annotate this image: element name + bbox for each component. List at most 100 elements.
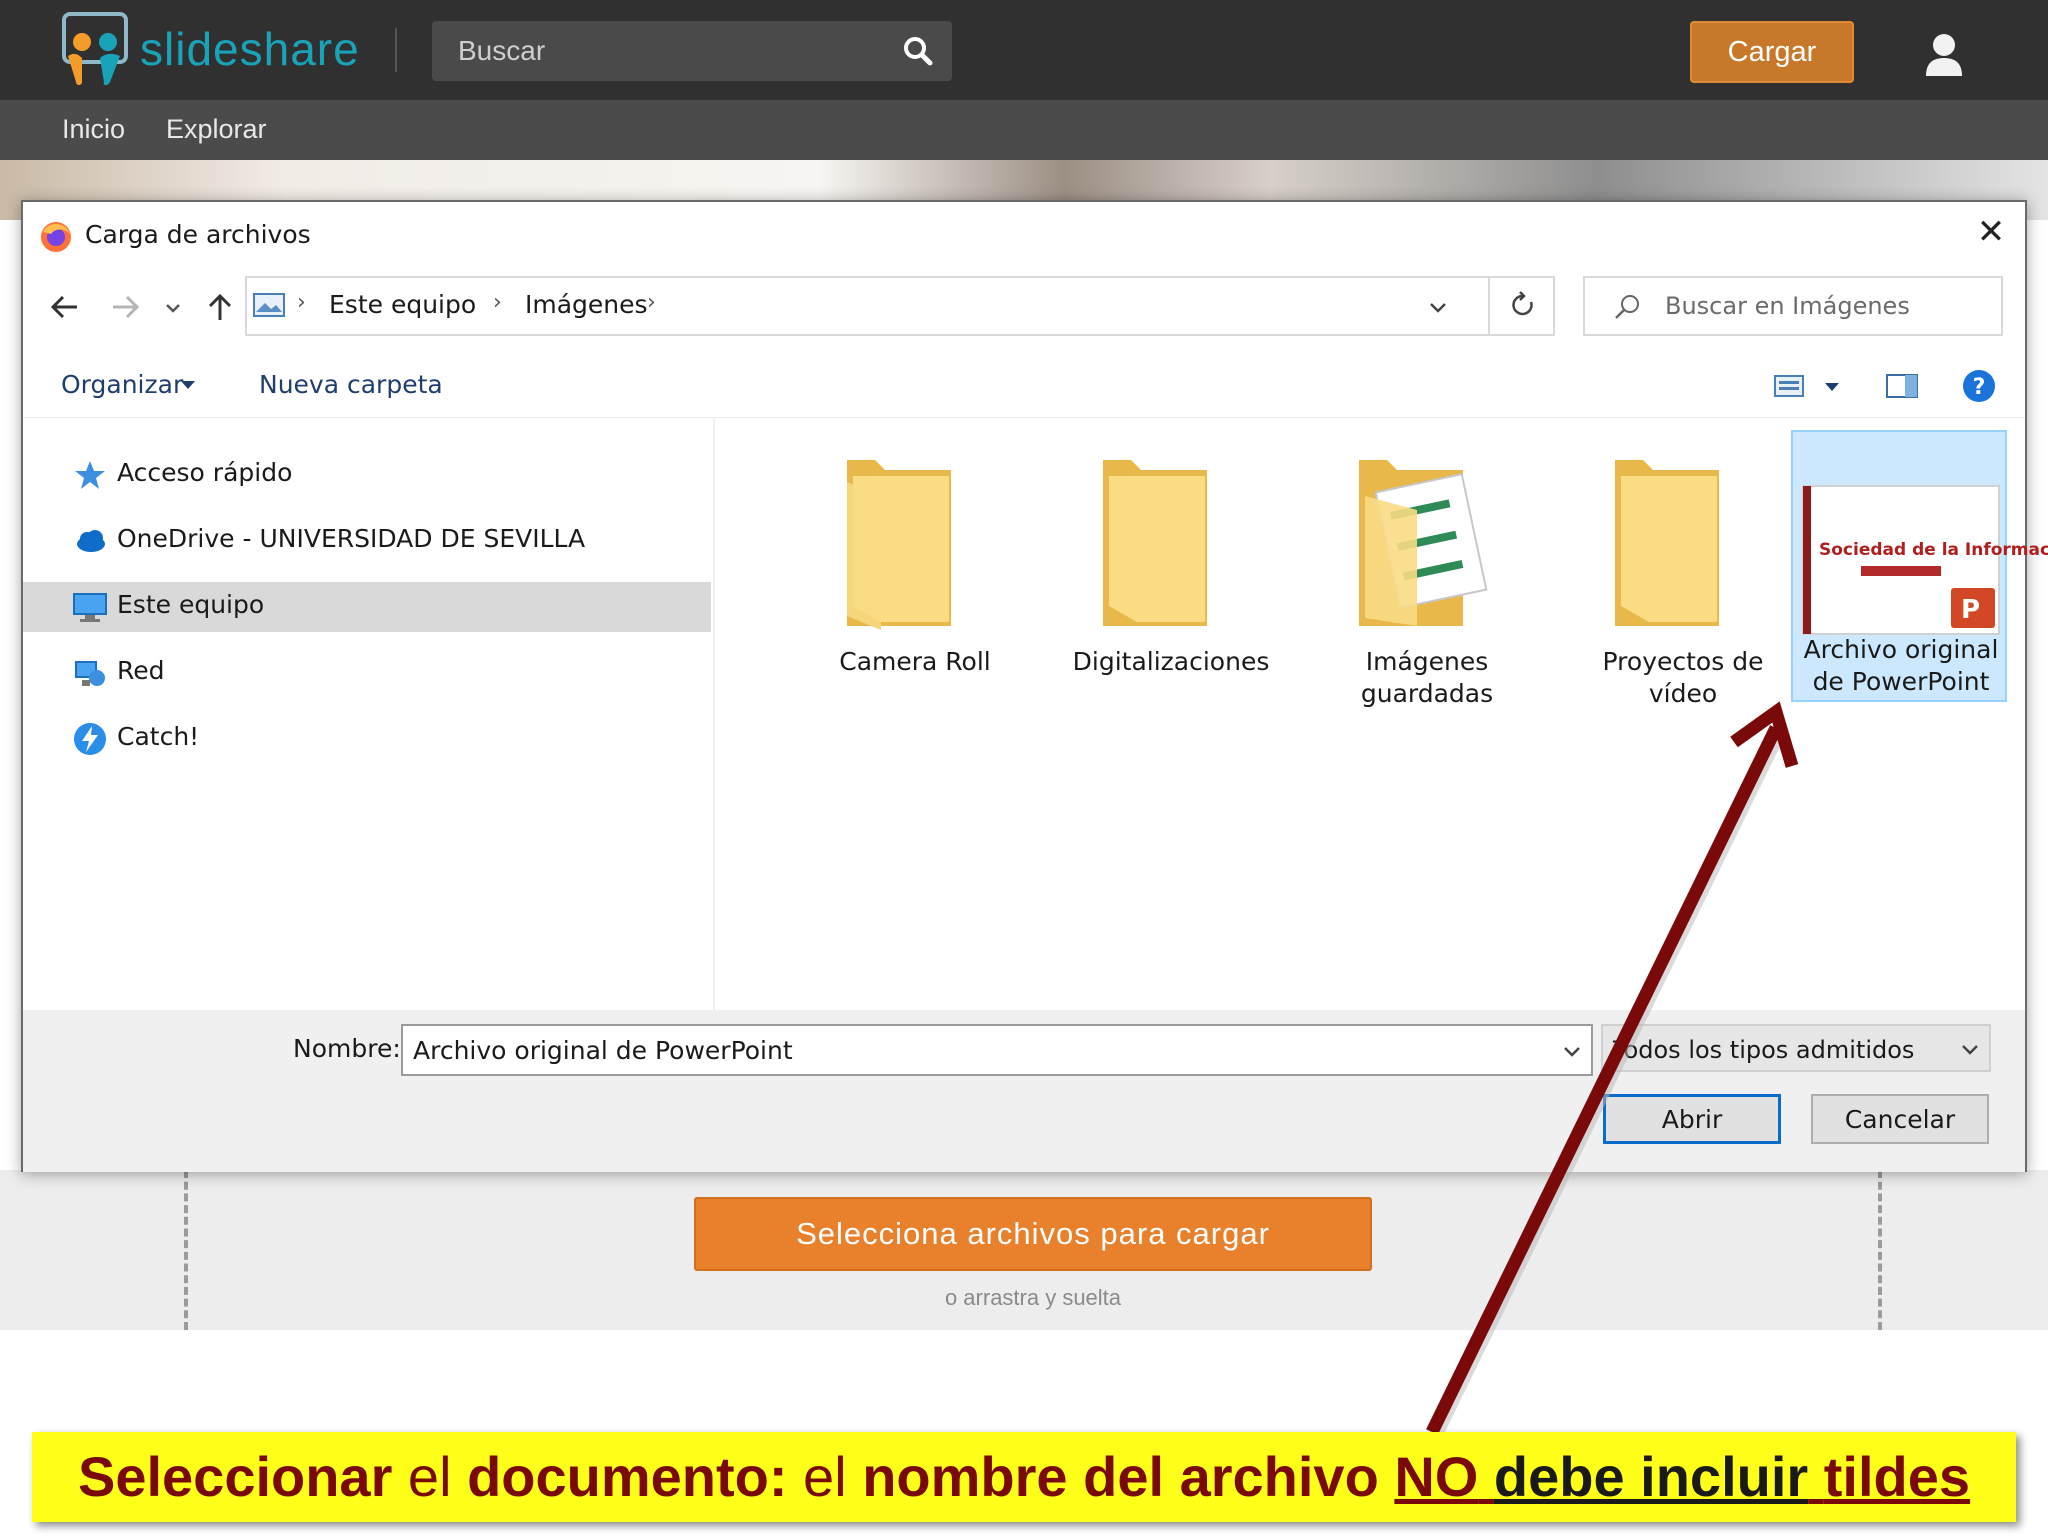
slideshare-logo-icon[interactable] <box>60 12 132 88</box>
instruction-text: Seleccionar el documento: el nombre del … <box>32 1444 2016 1509</box>
file-tile-archivo-original-selected[interactable]: P Sociedad de la Información Archivo ori… <box>1791 430 2048 702</box>
recent-locations-chevron-icon[interactable] <box>163 298 183 318</box>
dialog-title: Carga de archivos <box>85 220 311 249</box>
navigation-pane: Acceso rápido OneDrive - UNIVERSIDAD DE … <box>23 418 715 1010</box>
file-name: Camera Roll <box>839 647 991 676</box>
organize-menu[interactable]: Organizar <box>61 370 183 399</box>
caption-segment: el <box>787 1445 863 1508</box>
drop-zone-border-right <box>1878 1170 1882 1330</box>
breadcrumb-this-pc[interactable]: Este equipo <box>329 290 476 319</box>
close-icon[interactable]: ✕ <box>1971 212 2011 252</box>
nav-explore-link[interactable]: Explorar <box>166 114 267 145</box>
nav-item-label: Acceso rápido <box>117 458 293 487</box>
nav-item-label: Catch! <box>117 722 200 751</box>
caption-segment: tildes <box>1823 1445 1971 1508</box>
breadcrumb-separator-icon: › <box>647 290 656 315</box>
search-icon[interactable] <box>902 35 934 67</box>
breadcrumb-separator-icon: › <box>493 290 502 315</box>
lightning-icon <box>73 722 107 756</box>
view-dropdown-icon[interactable] <box>1823 380 1841 394</box>
nav-this-pc[interactable]: Este equipo <box>23 582 711 632</box>
caption-segment: NO <box>1394 1445 1479 1508</box>
upload-button[interactable]: Cargar <box>1690 21 1854 83</box>
network-icon <box>73 656 107 690</box>
cloud-icon <box>73 524 107 558</box>
caption-segment: el <box>392 1445 468 1508</box>
caption-segment <box>1808 1445 1824 1508</box>
folder-icon <box>1101 456 1241 632</box>
powerpoint-file-icon: P <box>1801 484 2001 636</box>
firefox-icon <box>39 220 73 254</box>
dialog-toolbar: Organizar Nueva carpeta ? <box>23 352 2025 418</box>
file-name-value: Archivo original de PowerPoint <box>413 1036 793 1065</box>
open-button[interactable]: Abrir <box>1603 1094 1781 1144</box>
thumbnail-title: Sociedad de la Información <box>1819 540 2048 560</box>
file-type-select[interactable]: Todos los tipos admitidos <box>1601 1024 1991 1072</box>
nav-catch[interactable]: Catch! <box>23 714 711 764</box>
drag-drop-hint: o arrastra y suelta <box>944 1285 1122 1310</box>
nav-item-label: OneDrive - UNIVERSIDAD DE SEVILLA <box>117 524 586 553</box>
chevron-down-icon[interactable] <box>1959 1038 1981 1060</box>
site-search-input[interactable] <box>432 21 892 81</box>
breadcrumb-separator-icon: › <box>297 290 306 315</box>
folder-with-documents-icon <box>1357 456 1497 632</box>
site-subnav <box>0 100 2048 160</box>
file-tile-digitalizaciones[interactable]: Digitalizaciones <box>1063 432 1279 702</box>
drop-zone-border-left <box>184 1170 188 1330</box>
folder-icon <box>845 456 985 632</box>
refresh-button[interactable] <box>1488 276 1555 336</box>
file-tile-imagenes-guardadas[interactable]: Imágenes guardadas <box>1319 432 1535 708</box>
file-list: Camera Roll Digitalizaciones Imágenes gu… <box>717 418 2048 1010</box>
site-search <box>432 21 952 81</box>
file-name: Digitalizaciones <box>1072 647 1270 676</box>
organize-dropdown-icon[interactable] <box>179 378 197 392</box>
up-arrow-icon[interactable] <box>203 290 237 324</box>
folder-search-input[interactable] <box>1665 278 1995 334</box>
new-folder-button[interactable]: Nueva carpeta <box>259 370 443 399</box>
refresh-icon <box>1508 290 1538 320</box>
computer-icon <box>73 590 107 624</box>
cancel-button[interactable]: Cancelar <box>1811 1094 1989 1144</box>
forward-arrow-icon[interactable] <box>109 290 143 324</box>
back-arrow-icon[interactable] <box>47 290 81 324</box>
nav-item-label: Red <box>117 656 165 685</box>
file-upload-dialog: Carga de archivos ✕ › Este equipo › Imág… <box>21 200 2048 1172</box>
user-avatar-icon[interactable] <box>1924 32 1964 78</box>
pictures-folder-icon <box>253 292 285 318</box>
chevron-down-icon[interactable] <box>1561 1040 1583 1062</box>
file-name: Proyectos de vídeo <box>1602 647 1764 708</box>
svg-text:?: ? <box>1973 375 1986 400</box>
star-icon <box>73 458 107 492</box>
caption-segment: documento: <box>467 1445 788 1508</box>
file-tile-proyectos-de-video[interactable]: Proyectos de vídeo <box>1575 432 1791 708</box>
file-name-field[interactable]: Archivo original de PowerPoint <box>401 1024 1593 1076</box>
help-icon[interactable]: ? <box>1961 368 1997 404</box>
nav-network[interactable]: Red <box>23 648 711 698</box>
caption-segment: debe incluir <box>1493 1445 1809 1508</box>
search-icon <box>1613 292 1643 322</box>
file-name-label: Nombre: <box>293 1034 401 1063</box>
instruction-banner: Seleccionar el documento: el nombre del … <box>32 1432 2016 1522</box>
folder-search <box>1583 276 2003 336</box>
slideshare-logo-text[interactable]: slideshare <box>140 22 360 76</box>
address-history-chevron-icon[interactable] <box>1427 296 1449 318</box>
nav-onedrive[interactable]: OneDrive - UNIVERSIDAD DE SEVILLA <box>23 516 711 566</box>
file-name: Archivo original de PowerPoint <box>1803 635 1999 696</box>
breadcrumb-pictures[interactable]: Imágenes <box>525 290 648 319</box>
file-name: Imágenes guardadas <box>1360 647 1494 708</box>
file-tile-camera-roll[interactable]: Camera Roll <box>807 432 1023 702</box>
file-type-value: Todos los tipos admitidos <box>1613 1036 1915 1064</box>
nav-quick-access[interactable]: Acceso rápido <box>23 450 711 500</box>
folder-icon <box>1613 456 1753 632</box>
nav-item-label: Este equipo <box>117 590 265 619</box>
caption-segment: Seleccionar <box>77 1445 393 1508</box>
header-divider <box>395 28 397 72</box>
caption-segment: nombre del archivo <box>862 1445 1395 1508</box>
preview-pane-icon[interactable] <box>1885 372 1919 400</box>
address-bar[interactable]: › Este equipo › Imágenes › <box>245 276 1555 336</box>
svg-text:P: P <box>1961 595 1980 625</box>
nav-home-link[interactable]: Inicio <box>62 114 125 145</box>
caption-segment <box>1478 1445 1494 1508</box>
select-files-button[interactable]: Selecciona archivos para cargar <box>694 1197 1372 1271</box>
view-options-icon[interactable] <box>1773 372 1805 400</box>
